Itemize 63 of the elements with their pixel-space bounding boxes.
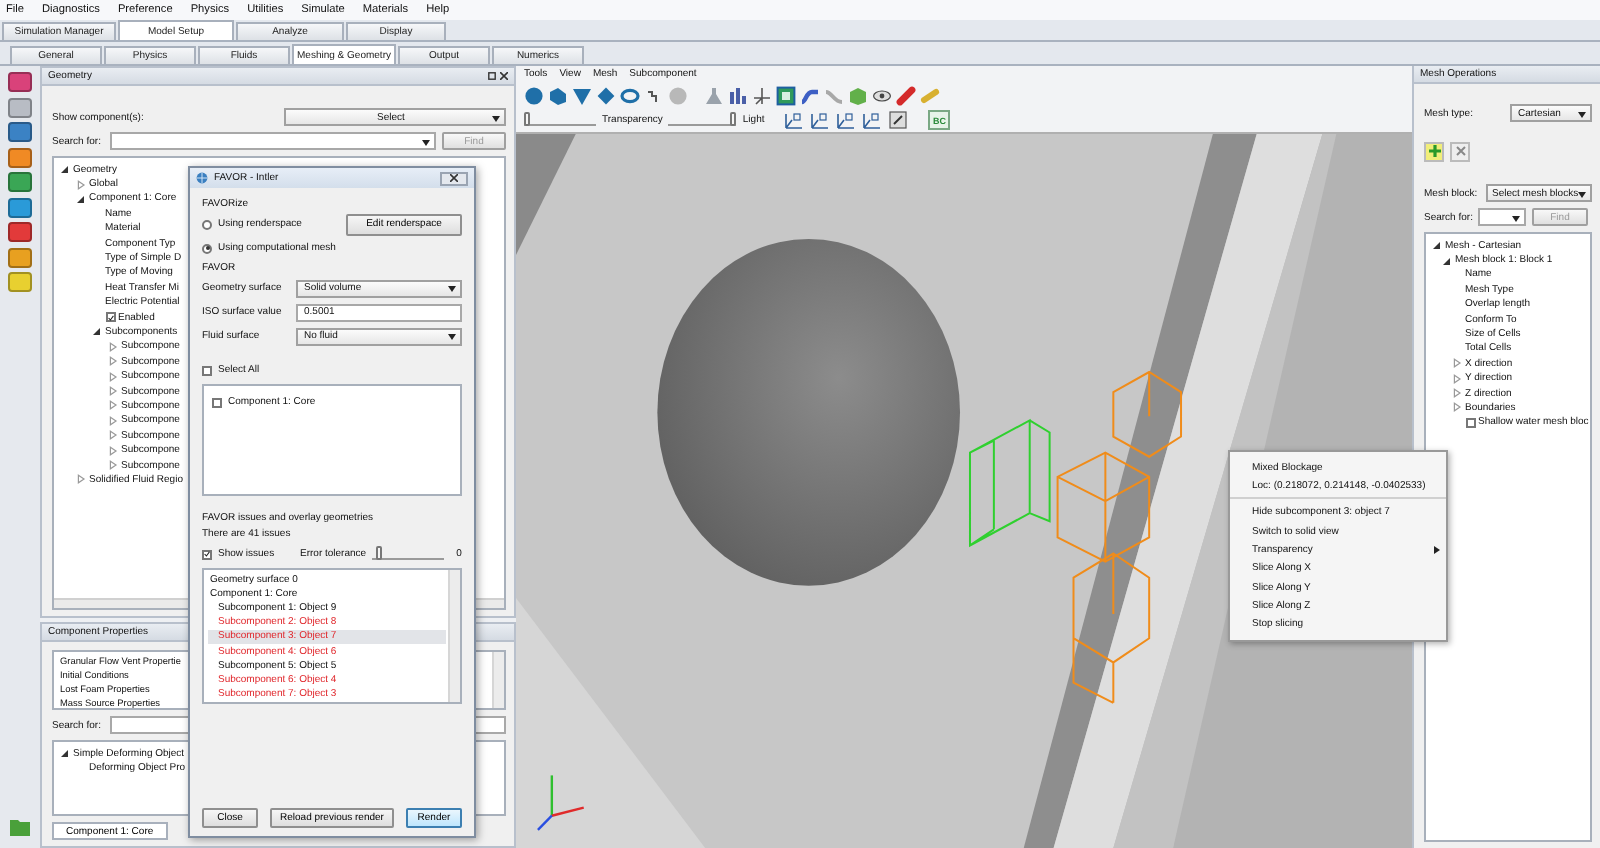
scrollbar[interactable] <box>492 652 504 708</box>
caret-icon <box>1512 215 1520 221</box>
view-icon[interactable] <box>836 110 857 130</box>
tool-icon[interactable] <box>8 122 32 142</box>
frame-icon[interactable] <box>776 85 796 105</box>
tree-arrow-icon[interactable] <box>92 326 102 337</box>
axes-icon[interactable] <box>752 85 772 105</box>
slider-thumb[interactable] <box>375 546 382 560</box>
cube-icon[interactable] <box>888 110 909 130</box>
tree-arrow-icon[interactable] <box>1442 255 1452 266</box>
tree-arrow-icon[interactable] <box>1432 240 1442 251</box>
checkbox[interactable] <box>212 397 222 407</box>
cone-icon[interactable] <box>572 85 592 105</box>
caret-icon <box>422 139 430 145</box>
close-button[interactable] <box>440 171 468 185</box>
close-button[interactable] <box>500 72 508 80</box>
flask-icon[interactable] <box>704 85 724 105</box>
close-icon <box>500 72 508 80</box>
folder-icon[interactable] <box>10 818 30 836</box>
radio-button[interactable] <box>202 243 212 253</box>
search-field[interactable] <box>110 132 436 150</box>
torus-icon[interactable] <box>620 85 640 105</box>
checkbox[interactable] <box>1465 417 1475 428</box>
view-icon[interactable] <box>810 110 831 130</box>
checkbox[interactable] <box>202 365 212 375</box>
view-icon[interactable] <box>784 110 805 130</box>
checkbox[interactable] <box>202 549 212 559</box>
submenu-arrow-icon <box>1434 546 1440 555</box>
close-icon <box>450 174 458 182</box>
scrollbar[interactable] <box>448 570 460 702</box>
caret-icon <box>1578 111 1586 117</box>
add-button[interactable] <box>1424 141 1444 161</box>
delete-button[interactable] <box>1450 141 1470 161</box>
caret-icon <box>1578 191 1587 197</box>
tree-arrow-icon[interactable] <box>60 748 70 759</box>
caret-icon <box>448 334 456 340</box>
slider-thumb[interactable] <box>524 112 530 126</box>
tool-icon[interactable] <box>8 247 32 267</box>
chart-icon[interactable] <box>728 85 748 105</box>
tool-icon[interactable] <box>8 222 32 242</box>
tool-icon[interactable] <box>8 197 32 217</box>
radio-button[interactable] <box>202 219 212 229</box>
tree-arrow-icon[interactable] <box>76 193 86 204</box>
checkbox[interactable] <box>105 312 115 323</box>
tool-icon[interactable] <box>8 172 32 192</box>
tool-icon[interactable] <box>8 97 32 117</box>
plus-icon <box>1427 144 1441 158</box>
tool-icon[interactable] <box>8 147 32 167</box>
caret-icon <box>492 115 500 121</box>
search-field[interactable] <box>1478 208 1526 226</box>
light-slider[interactable] <box>668 114 737 126</box>
tree-arrow-icon[interactable] <box>60 164 70 175</box>
sphere-icon[interactable] <box>524 85 544 105</box>
transparency-slider[interactable] <box>524 114 596 126</box>
slider-thumb[interactable] <box>730 112 737 126</box>
tolerance-slider[interactable] <box>372 548 445 560</box>
eye-icon[interactable] <box>872 85 892 105</box>
view-icon[interactable] <box>862 110 883 130</box>
delete-icon <box>1455 146 1465 156</box>
float-icon[interactable] <box>488 72 496 80</box>
tool-icon[interactable] <box>8 72 32 92</box>
caret-icon <box>448 286 456 292</box>
globe-icon <box>196 172 208 184</box>
